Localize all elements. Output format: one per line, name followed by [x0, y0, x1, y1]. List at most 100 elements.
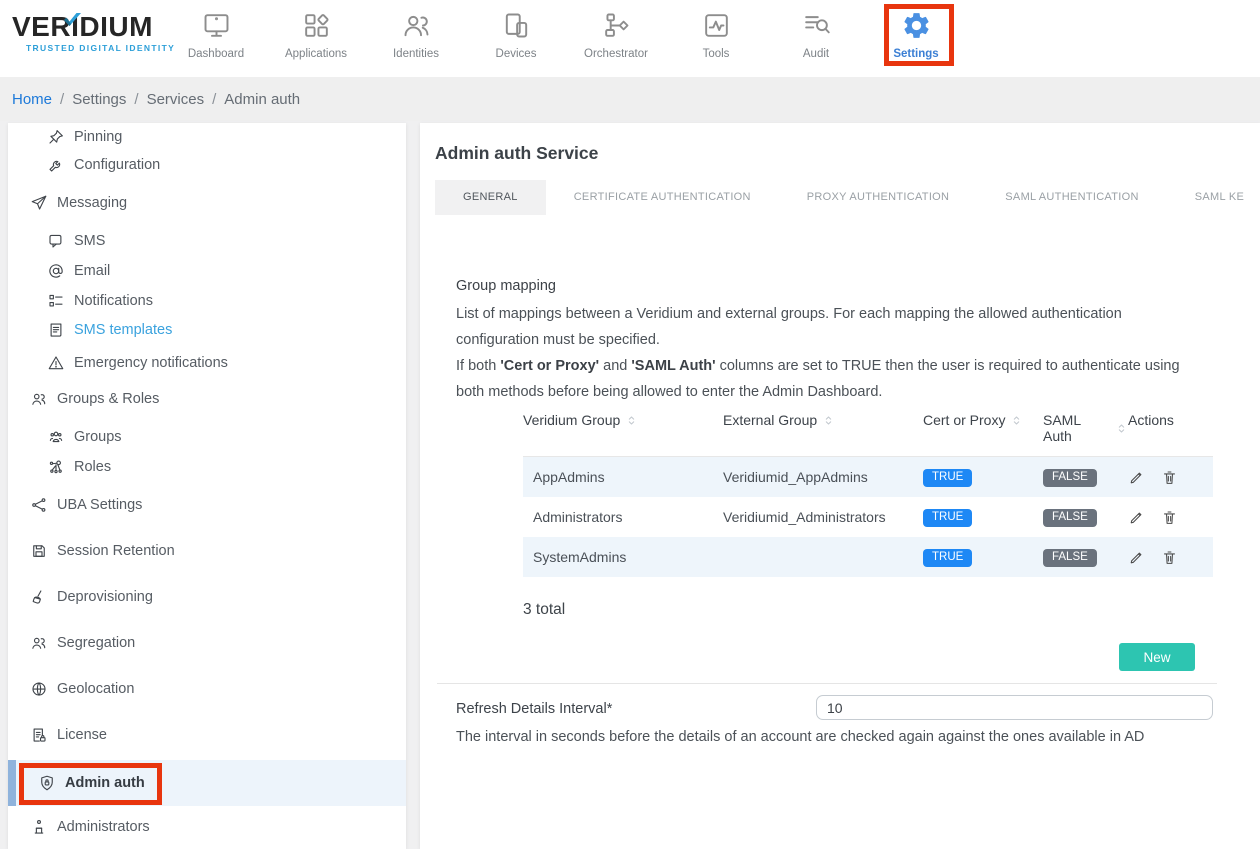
nav-item-devices[interactable]: Devices	[466, 7, 566, 60]
new-mapping-button[interactable]: New	[1119, 643, 1195, 671]
sidebar-item-groups[interactable]: Groups	[8, 423, 406, 451]
nav-item-identities[interactable]: Identities	[366, 7, 466, 60]
send-icon	[30, 194, 48, 212]
breadcrumb-separator: /	[212, 91, 216, 108]
veridium-logo: VERIDIUM TRUSTED DIGITAL IDENTITY	[12, 12, 175, 53]
edit-icon[interactable]	[1128, 549, 1145, 566]
sidebar-item-email[interactable]: Email	[8, 257, 406, 285]
nav-item-audit[interactable]: Audit	[766, 7, 866, 60]
sidebar-item-emergency-notifications[interactable]: Emergency notifications	[8, 349, 406, 377]
sidebar-item-admin-auth[interactable]: Admin auth	[8, 760, 406, 806]
sidebar-item-label: Pinning	[74, 129, 122, 145]
refresh-interval-input[interactable]	[816, 695, 1213, 720]
sidebar-item-administrators[interactable]: Administrators	[8, 813, 406, 841]
page-title: Admin auth Service	[435, 143, 598, 164]
group-mapping-heading: Group mapping	[456, 278, 556, 294]
saml-auth-cell: FALSE	[1043, 547, 1128, 568]
group-mapping-table: Veridium Group External GroupCert or Prox…	[523, 405, 1213, 577]
sidebar-item-session-retention[interactable]: Session Retention	[8, 537, 406, 565]
actions-cell	[1128, 549, 1213, 566]
logo-tagline: TRUSTED DIGITAL IDENTITY	[26, 43, 175, 53]
sidebar-item-geolocation[interactable]: Geolocation	[8, 675, 406, 703]
sidebar-item-label: Emergency notifications	[74, 355, 228, 371]
cert-or-proxy-cell: TRUE	[923, 507, 1043, 528]
group-mapping-description: List of mappings between a Veridium and …	[456, 301, 1204, 405]
table-row-administrators: AdministratorsVeridiumid_AdministratorsT…	[523, 497, 1213, 537]
branch-icon	[30, 496, 48, 514]
breadcrumb-item-home[interactable]: Home	[12, 91, 52, 108]
delete-icon[interactable]	[1161, 509, 1178, 526]
veridium-group-cell: Administrators	[523, 509, 723, 525]
nav-item-applications[interactable]: Applications	[266, 7, 366, 60]
nav-item-tools[interactable]: Tools	[666, 7, 766, 60]
nav-label: Audit	[803, 48, 829, 60]
tab-saml-ke[interactable]: SAML KE	[1167, 180, 1260, 215]
actions-cell	[1128, 469, 1213, 486]
tab-bar: GENERALCERTIFICATE AUTHENTICATIONPROXY A…	[435, 180, 1260, 215]
column-header-cert-or-proxy[interactable]: Cert or Proxy	[923, 412, 1043, 428]
group-icon	[47, 428, 65, 446]
main-panel: Admin auth Service GENERALCERTIFICATE AU…	[420, 123, 1260, 849]
sidebar-item-label: License	[57, 727, 107, 743]
external-group-cell: Veridiumid_AppAdmins	[723, 469, 923, 485]
sidebar-item-segregation[interactable]: Segregation	[8, 629, 406, 657]
delete-icon[interactable]	[1161, 469, 1178, 486]
nav-label: Orchestrator	[584, 48, 648, 60]
checklist-icon	[47, 292, 65, 310]
tab-general[interactable]: GENERAL	[435, 180, 546, 215]
sidebar-item-messaging[interactable]: Messaging	[8, 189, 406, 217]
roles-network-icon	[47, 458, 65, 476]
settings-icon	[901, 7, 932, 43]
column-label: Veridium Group	[523, 412, 620, 428]
column-label: Cert or Proxy	[923, 412, 1005, 428]
sidebar-item-label: SMS	[74, 233, 105, 249]
sidebar-item-configuration[interactable]: Configuration	[8, 151, 406, 179]
top-header: VERIDIUM TRUSTED DIGITAL IDENTITY Dashbo…	[0, 0, 1260, 77]
table-total-count: 3 total	[523, 601, 565, 619]
tools-icon	[701, 7, 732, 43]
edit-icon[interactable]	[1128, 469, 1145, 486]
nav-label: Tools	[703, 48, 730, 60]
group-mapping-desc-line1: List of mappings between a Veridium and …	[456, 306, 1122, 348]
at-sign-icon	[47, 262, 65, 280]
tab-certificate-authentication[interactable]: CERTIFICATE AUTHENTICATION	[546, 180, 779, 215]
sidebar-item-label: Administrators	[57, 819, 150, 835]
sidebar-item-label: Email	[74, 263, 110, 279]
column-header-saml-auth[interactable]: SAML Auth	[1043, 412, 1128, 444]
sidebar-item-license[interactable]: License	[8, 721, 406, 749]
sidebar-item-notifications[interactable]: Notifications	[8, 287, 406, 315]
table-body: AppAdminsVeridiumid_AppAdminsTRUEFALSEAd…	[523, 457, 1213, 577]
nav-item-dashboard[interactable]: Dashboard	[166, 7, 266, 60]
tab-proxy-authentication[interactable]: PROXY AUTHENTICATION	[779, 180, 978, 215]
sidebar-item-roles[interactable]: Roles	[8, 453, 406, 481]
audit-icon	[801, 7, 832, 43]
sidebar-item-deprovisioning[interactable]: Deprovisioning	[8, 583, 406, 611]
nav-item-settings[interactable]: Settings	[866, 7, 966, 60]
applications-icon	[301, 7, 332, 43]
sidebar-item-label: Deprovisioning	[57, 589, 153, 605]
column-header-actions: Actions	[1128, 412, 1213, 428]
selected-accent-bar	[8, 760, 16, 806]
shield-lock-icon	[38, 774, 56, 792]
admin-user-icon	[30, 818, 48, 836]
sidebar-item-label: Roles	[74, 459, 111, 475]
saml-auth-badge: FALSE	[1043, 549, 1097, 568]
column-label: SAML Auth	[1043, 412, 1110, 444]
tab-saml-authentication[interactable]: SAML AUTHENTICATION	[977, 180, 1166, 215]
edit-icon[interactable]	[1128, 509, 1145, 526]
delete-icon[interactable]	[1161, 549, 1178, 566]
sidebar-item-sms[interactable]: SMS	[8, 227, 406, 255]
saml-auth-cell: FALSE	[1043, 507, 1128, 528]
sidebar-item-uba-settings[interactable]: UBA Settings	[8, 491, 406, 519]
table-header-row: Veridium Group External GroupCert or Prox…	[523, 405, 1213, 457]
sidebar-item-sms-templates[interactable]: SMS templates	[8, 316, 406, 344]
column-header-veridium-group[interactable]: Veridium Group	[523, 412, 723, 428]
column-header-external-group[interactable]: External Group	[723, 412, 923, 428]
sidebar-item-label: Geolocation	[57, 681, 134, 697]
sidebar-item-pinning[interactable]: Pinning	[8, 123, 406, 151]
nav-item-orchestrator[interactable]: Orchestrator	[566, 7, 666, 60]
floppy-icon	[30, 542, 48, 560]
nav-label: Dashboard	[188, 48, 244, 60]
sidebar-item-groups-roles[interactable]: Groups & Roles	[8, 385, 406, 413]
users-icon	[30, 390, 48, 408]
